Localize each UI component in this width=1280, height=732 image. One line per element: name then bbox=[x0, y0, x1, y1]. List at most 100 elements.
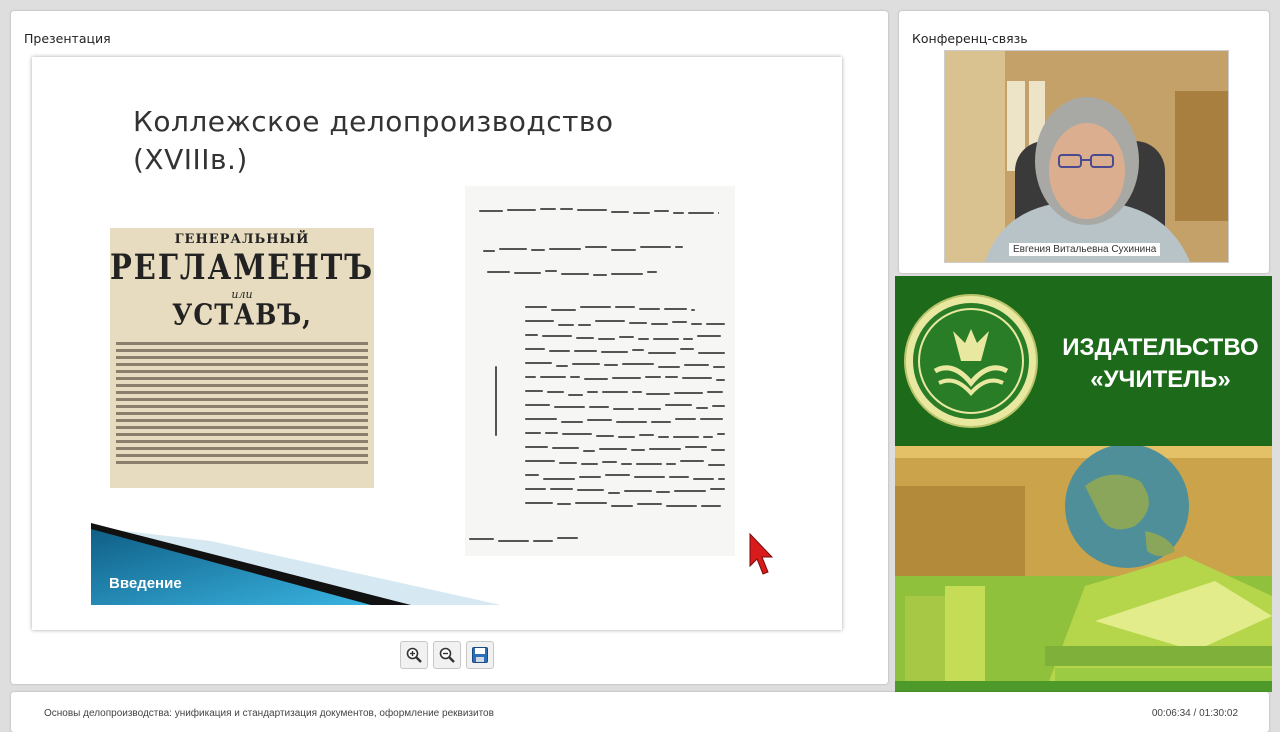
webcam-video: Евгения Витальевна Сухинина bbox=[944, 50, 1229, 263]
handwriting-stroke bbox=[525, 376, 536, 378]
handwriting-stroke bbox=[525, 306, 547, 308]
handwriting-stroke bbox=[631, 449, 645, 451]
handwriting-stroke bbox=[525, 502, 553, 504]
handwriting-stroke bbox=[673, 212, 684, 214]
handwriting-stroke bbox=[578, 324, 591, 326]
handwriting-stroke bbox=[703, 436, 713, 438]
handwriting-stroke bbox=[514, 272, 541, 274]
doc1-line2: РЕГЛАМЕНТЪ bbox=[110, 246, 374, 288]
handwriting-stroke bbox=[651, 323, 668, 325]
zoom-in-button[interactable] bbox=[400, 641, 428, 669]
handwriting-stroke bbox=[576, 337, 594, 339]
publisher-banner: ИЗДАТЕЛЬСТВО «УЧИТЕЛЬ» bbox=[895, 276, 1272, 446]
handwriting-stroke bbox=[556, 365, 568, 367]
handwriting-stroke bbox=[649, 448, 681, 450]
handwriting-stroke bbox=[629, 322, 647, 324]
handwriting-stroke bbox=[575, 502, 607, 504]
handwriting-stroke bbox=[707, 391, 723, 393]
handwriting-stroke bbox=[557, 537, 578, 539]
handwriting-stroke bbox=[561, 421, 583, 423]
bottom-bar: Основы делопроизводства: унификация и ст… bbox=[11, 692, 1269, 732]
handwriting-stroke bbox=[540, 376, 566, 378]
handwriting-stroke bbox=[552, 447, 579, 449]
handwriting-stroke bbox=[684, 364, 709, 366]
handwriting-stroke bbox=[682, 377, 712, 379]
handwriting-stroke bbox=[479, 210, 503, 212]
handwriting-stroke bbox=[525, 334, 538, 336]
handwriting-stroke bbox=[595, 320, 625, 322]
conference-panel: Конференц-связь Евгения Витальевна Сухин… bbox=[899, 11, 1269, 273]
handwriting-stroke bbox=[611, 249, 636, 251]
publisher-name: ИЗДАТЕЛЬСТВО «УЧИТЕЛЬ» bbox=[1062, 334, 1259, 393]
doc1-line1: ГЕНЕРАЛЬНЫЙ bbox=[174, 232, 310, 247]
handwriting-stroke bbox=[672, 321, 687, 323]
handwriting-stroke bbox=[680, 348, 694, 350]
handwriting-stroke bbox=[701, 505, 721, 507]
handwriting-stroke bbox=[713, 366, 725, 368]
handwriting-stroke bbox=[708, 464, 725, 466]
handwriting-stroke bbox=[638, 338, 649, 340]
handwriting-stroke bbox=[547, 391, 564, 393]
handwriting-stroke bbox=[525, 460, 555, 462]
save-icon bbox=[472, 647, 488, 663]
handwriting-stroke bbox=[549, 248, 581, 250]
handwriting-stroke bbox=[640, 246, 671, 248]
handwriting-stroke bbox=[669, 476, 689, 478]
save-button[interactable] bbox=[466, 641, 494, 669]
handwriting-stroke bbox=[525, 488, 546, 490]
handwriting-stroke bbox=[498, 540, 529, 542]
handwriting-stroke bbox=[706, 323, 725, 325]
handwriting-stroke bbox=[674, 490, 706, 492]
handwriting-stroke bbox=[525, 390, 543, 392]
handwriting-stroke bbox=[654, 210, 669, 212]
handwriting-stroke bbox=[605, 474, 630, 476]
handwriting-stroke bbox=[710, 488, 725, 490]
handwriting-stroke bbox=[596, 435, 614, 437]
handwriting-stroke bbox=[585, 246, 607, 248]
handwriting-stroke bbox=[632, 349, 644, 351]
handwriting-stroke bbox=[675, 418, 696, 420]
handwriting-stroke bbox=[525, 432, 541, 434]
presentation-panel: Презентация Коллежское делопроизводство … bbox=[11, 11, 888, 684]
doc1-line4: УСТАВЪ, bbox=[172, 297, 312, 332]
conference-panel-title: Конференц-связь bbox=[912, 31, 1028, 46]
handwriting-stroke bbox=[560, 208, 573, 210]
handwriting-stroke bbox=[540, 208, 556, 210]
handwritten-document-image bbox=[465, 186, 735, 556]
intro-label: Введение bbox=[109, 575, 182, 592]
handwriting-stroke bbox=[583, 450, 595, 452]
handwriting-stroke bbox=[604, 364, 618, 366]
handwriting-stroke bbox=[584, 378, 608, 380]
handwriting-stroke bbox=[685, 446, 707, 448]
handwriting-stroke bbox=[611, 505, 633, 507]
handwriting-stroke bbox=[554, 406, 585, 408]
handwriting-stroke bbox=[665, 376, 678, 378]
handwriting-stroke bbox=[559, 462, 577, 464]
handwriting-stroke bbox=[558, 324, 574, 326]
handwriting-stroke bbox=[639, 308, 660, 310]
handwriting-stroke bbox=[608, 492, 620, 494]
handwriting-stroke bbox=[495, 366, 497, 436]
handwriting-stroke bbox=[568, 394, 583, 396]
zoom-out-button[interactable] bbox=[433, 641, 461, 669]
handwriting-stroke bbox=[589, 406, 609, 408]
doc1-text-block bbox=[116, 338, 368, 484]
handwriting-stroke bbox=[718, 478, 725, 480]
handwriting-stroke bbox=[580, 306, 611, 308]
handwriting-stroke bbox=[587, 391, 598, 393]
handwriting-stroke bbox=[601, 351, 628, 353]
handwriting-stroke bbox=[624, 490, 652, 492]
handwriting-stroke bbox=[718, 212, 719, 214]
handwriting-stroke bbox=[717, 433, 725, 435]
handwriting-stroke bbox=[593, 274, 607, 276]
handwriting-stroke bbox=[658, 366, 680, 368]
handwriting-stroke bbox=[562, 433, 592, 435]
handwriting-stroke bbox=[577, 209, 607, 211]
handwriting-stroke bbox=[712, 405, 725, 407]
handwriting-stroke bbox=[646, 393, 670, 395]
handwriting-stroke bbox=[633, 212, 650, 214]
handwriting-stroke bbox=[545, 432, 558, 434]
handwriting-stroke bbox=[525, 320, 554, 322]
handwriting-stroke bbox=[602, 461, 617, 463]
handwriting-stroke bbox=[688, 212, 714, 214]
